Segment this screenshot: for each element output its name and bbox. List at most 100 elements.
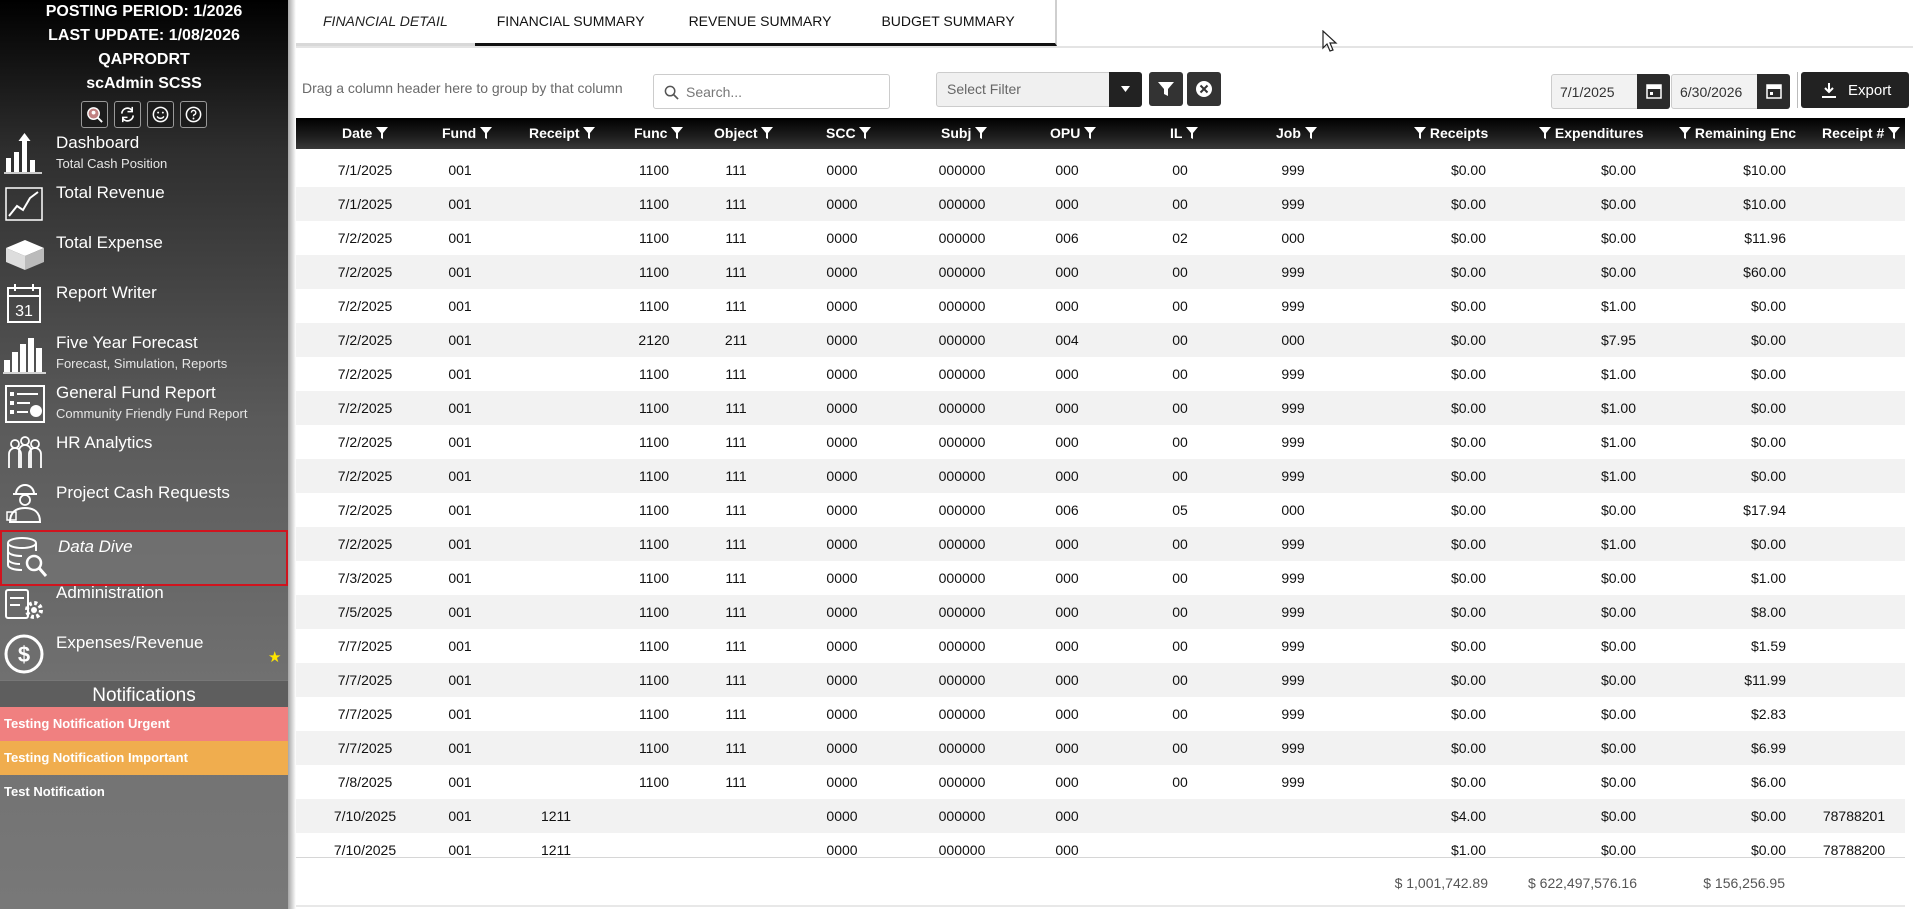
filter-icon[interactable] (1539, 126, 1551, 139)
filter-icon[interactable] (1414, 126, 1426, 139)
date-to-field[interactable]: 6/30/2026 (1671, 74, 1790, 109)
date-to-picker-button[interactable] (1757, 74, 1790, 109)
column-title: Object (714, 125, 758, 141)
cell-func: 1100 (638, 740, 670, 756)
cell-fund: 001 (448, 774, 472, 790)
filter-icon[interactable] (480, 126, 493, 139)
nav-item-project-cash-requests[interactable]: Project Cash Requests (0, 478, 288, 528)
column-header-il[interactable]: IL (1170, 118, 1199, 149)
column-header-receipts[interactable]: Receipts (1414, 118, 1488, 149)
filter-icon[interactable] (1679, 126, 1691, 139)
search-user-button[interactable] (81, 101, 108, 128)
table-row[interactable]: 7/8/2025 001 1100 111 0000 000000 000 00 999 $0.0… (296, 765, 1905, 799)
table-row[interactable]: 7/2/2025 001 1100 111 0000 000000 000 00 999 $0.0… (296, 391, 1905, 425)
database-search-icon (4, 534, 50, 580)
cell-il: 00 (1172, 740, 1188, 756)
column-header-func[interactable]: Func (634, 118, 684, 149)
table-row[interactable]: 7/2/2025 001 1100 111 0000 000000 000 00 999 $0.0… (296, 425, 1905, 459)
cell-il: 00 (1172, 264, 1188, 280)
clear-filter-button[interactable] (1187, 72, 1221, 106)
cell-date: 7/2/2025 (337, 502, 393, 518)
apply-filter-button[interactable] (1149, 72, 1183, 106)
table-row[interactable]: 7/2/2025 001 1100 111 0000 000000 000 00 999 $0.0… (296, 289, 1905, 323)
column-header-subj[interactable]: Subj (941, 118, 988, 149)
table-row[interactable]: 7/1/2025 001 1100 111 0000 000000 000 00 999 $0.0… (296, 187, 1905, 221)
column-header-opu[interactable]: OPU (1050, 118, 1097, 149)
table-row[interactable]: 7/7/2025 001 1100 111 0000 000000 000 00 999 $0.0… (296, 663, 1905, 697)
cell-expenditures: $0.00 (1600, 570, 1636, 586)
filter-icon[interactable] (583, 126, 596, 139)
filter-icon[interactable] (1304, 126, 1317, 139)
table-row[interactable]: 7/10/2025 001 1211 0000 000000 000 $4.00 $0.00 $… (296, 799, 1905, 833)
column-header-receipt[interactable]: Receipt (529, 118, 596, 149)
filter-icon[interactable] (1186, 126, 1199, 139)
cell-subj: 000000 (938, 434, 986, 450)
cell-func: 1100 (638, 230, 670, 246)
notification-urgent[interactable]: Testing Notification Urgent (0, 707, 288, 741)
cell-expenditures: $0.00 (1600, 604, 1636, 620)
cell-receipts: $1.00 (1450, 842, 1486, 857)
table-row[interactable]: 7/2/2025 001 1100 111 0000 000000 006 05 000 $0.0… (296, 493, 1905, 527)
filter-icon[interactable] (761, 126, 774, 139)
nav-item-report-writer[interactable]: 31 Report Writer (0, 278, 288, 328)
table-row[interactable]: 7/7/2025 001 1100 111 0000 000000 000 00 999 $0.0… (296, 629, 1905, 663)
table-row[interactable]: 7/7/2025 001 1100 111 0000 000000 000 00 999 $0.0… (296, 697, 1905, 731)
table-row[interactable]: 7/2/2025 001 2120 211 0000 000000 004 00 000 $0.0… (296, 323, 1905, 357)
tab-revenue-summary[interactable]: REVENUE SUMMARY (666, 0, 854, 46)
table-row[interactable]: 7/2/2025 001 1100 111 0000 000000 000 00 999 $0.0… (296, 459, 1905, 493)
nav-item-dashboard[interactable]: Dashboard Total Cash Position (0, 128, 288, 178)
search-input[interactable] (686, 80, 881, 103)
notification-normal[interactable]: Test Notification (0, 775, 288, 809)
favorite-star-icon[interactable]: ★ (268, 648, 281, 666)
filter-icon[interactable] (376, 126, 389, 139)
table-row[interactable]: 7/2/2025 001 1100 111 0000 000000 006 02 000 $0.0… (296, 221, 1905, 255)
table-row[interactable]: 7/2/2025 001 1100 111 0000 000000 000 00 999 $0.0… (296, 255, 1905, 289)
tab-financial-detail[interactable]: FINANCIAL DETAIL (296, 0, 475, 46)
column-header-remaining-enc[interactable]: Remaining Enc (1679, 118, 1796, 149)
filter-icon[interactable] (975, 126, 988, 139)
filter-icon[interactable] (1084, 126, 1097, 139)
table-row[interactable]: 7/5/2025 001 1100 111 0000 000000 000 00 999 $0.0… (296, 595, 1905, 629)
notification-important[interactable]: Testing Notification Important (0, 741, 288, 775)
table-row[interactable]: 7/7/2025 001 1100 111 0000 000000 000 00 999 $0.0… (296, 731, 1905, 765)
cell-opu: 000 (1055, 638, 1079, 654)
feedback-button[interactable] (147, 101, 174, 128)
date-from-field[interactable]: 7/1/2025 (1551, 74, 1670, 109)
filter-icon[interactable] (671, 126, 684, 139)
filter-icon[interactable] (1888, 126, 1901, 139)
nav-item-general-fund-report[interactable]: General Fund Report Community Friendly F… (0, 378, 288, 428)
table-row[interactable]: 7/1/2025 001 1100 111 0000 000000 000 00 999 $0.0… (296, 153, 1905, 187)
table-row[interactable]: 7/2/2025 001 1100 111 0000 000000 000 00 999 $0.0… (296, 527, 1905, 561)
cell-date: 7/2/2025 (337, 366, 393, 382)
date-from-picker-button[interactable] (1637, 74, 1670, 109)
export-button[interactable]: Export (1801, 72, 1909, 108)
filter-select[interactable]: Select Filter (936, 72, 1142, 107)
column-header-job[interactable]: Job (1276, 118, 1317, 149)
cell-date: 7/2/2025 (337, 536, 393, 552)
cell-date: 7/7/2025 (337, 740, 393, 756)
cell-fund: 001 (448, 162, 472, 178)
column-header-object[interactable]: Object (714, 118, 774, 149)
nav-item-expenses-revenue[interactable]: $ Expenses/Revenue ★ (0, 628, 288, 678)
column-header-expenditures[interactable]: Expenditures (1539, 118, 1644, 149)
tab-budget-summary[interactable]: BUDGET SUMMARY (853, 0, 1057, 46)
column-header-scc[interactable]: SCC (826, 118, 872, 149)
nav-item-total-expense[interactable]: Total Expense (0, 228, 288, 278)
nav-item-administration[interactable]: Administration (0, 578, 288, 628)
table-row[interactable]: 7/2/2025 001 1100 111 0000 000000 000 00 999 $0.0… (296, 357, 1905, 391)
refresh-button[interactable] (114, 101, 141, 128)
nav-item-five-year-forecast[interactable]: Five Year Forecast Forecast, Simulation,… (0, 328, 288, 378)
column-header-receipt-number[interactable]: Receipt # (1822, 118, 1901, 149)
column-header-date[interactable]: Date (342, 118, 389, 149)
filter-icon[interactable] (859, 126, 872, 139)
table-row[interactable]: 7/3/2025 001 1100 111 0000 000000 000 00 999 $0.0… (296, 561, 1905, 595)
cell-func: 1100 (638, 366, 670, 382)
filter-dropdown-button[interactable] (1109, 72, 1142, 107)
nav-item-total-revenue[interactable]: Total Revenue (0, 178, 288, 228)
group-drop-zone[interactable]: Drag a column header here to group by th… (302, 80, 623, 96)
tab-financial-summary[interactable]: FINANCIAL SUMMARY (474, 0, 667, 46)
help-button[interactable] (180, 101, 207, 128)
nav-item-hr-analytics[interactable]: HR Analytics (0, 428, 288, 478)
column-header-fund[interactable]: Fund (442, 118, 493, 149)
table-row[interactable]: 7/10/2025 001 1211 0000 000000 000 $1.00 $0.00 $… (296, 833, 1905, 857)
